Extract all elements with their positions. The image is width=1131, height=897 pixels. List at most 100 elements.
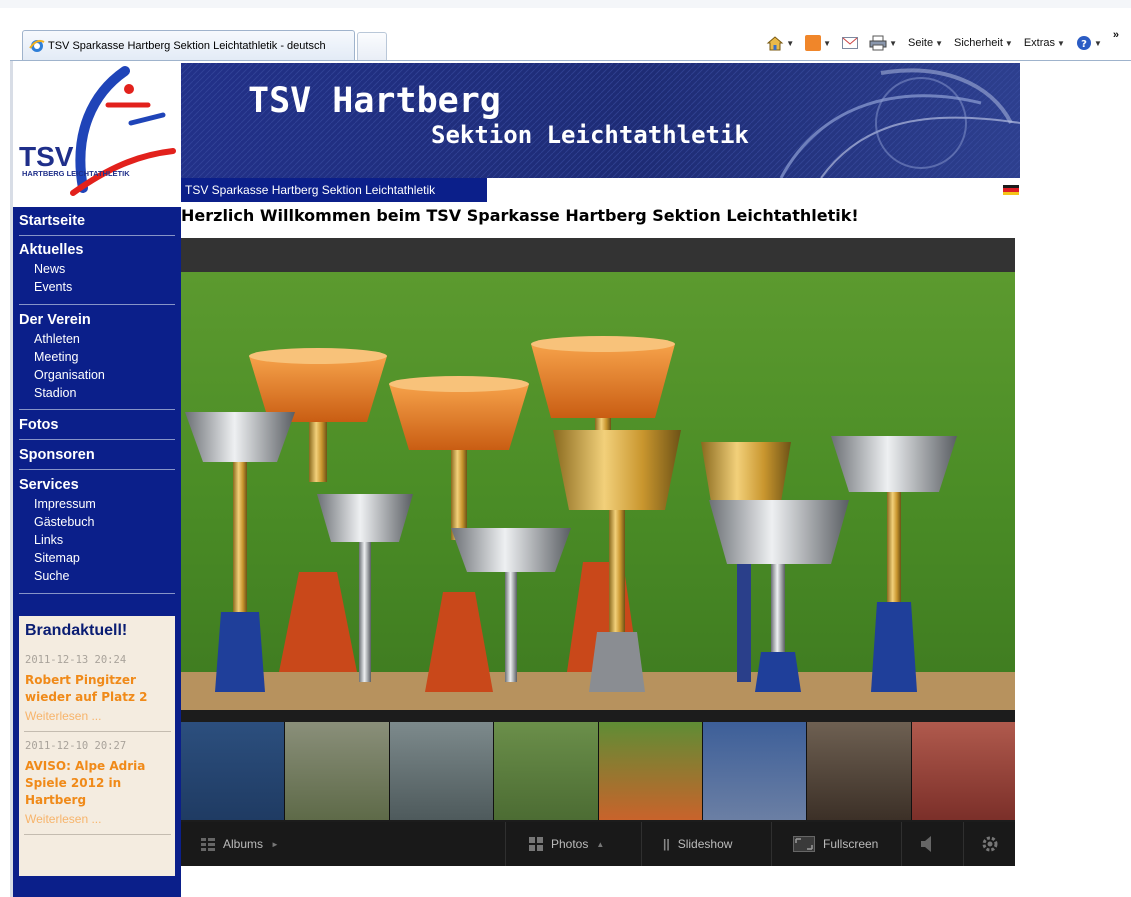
thumbnails-icon bbox=[529, 837, 543, 851]
sidebar-item-club[interactable]: Der Verein bbox=[19, 310, 175, 330]
fullscreen-button[interactable]: Fullscreen bbox=[793, 822, 878, 866]
tsv-logo-icon: TSV HARTBERG LEICHTATHLETIK bbox=[19, 66, 176, 196]
read-more-link[interactable]: Weiterlesen ... bbox=[25, 812, 170, 826]
slideshow-button[interactable]: || Slideshow bbox=[663, 822, 732, 866]
browser-toolbar: ▼ ▼ ▼ Seite ▼ Sicherheit ▼ Extras ▼ ? ▼ bbox=[762, 29, 1123, 54]
chevron-right-icon: ► bbox=[271, 839, 279, 849]
news-title-link[interactable]: AVISO: Alpe Adria Spiele 2012 in Hartber… bbox=[25, 758, 170, 809]
news-title-link[interactable]: Robert Pingitzer wieder auf Platz 2 bbox=[25, 672, 170, 706]
gear-icon bbox=[982, 836, 998, 852]
nav-section-services: Services Impressum Gästebuch Links Sitem… bbox=[19, 475, 175, 585]
sidebar-subitem-meeting[interactable]: Meeting bbox=[19, 348, 175, 366]
feeds-button[interactable]: ▼ bbox=[801, 35, 835, 51]
svg-text:TSV: TSV bbox=[19, 141, 74, 172]
settings-button[interactable] bbox=[981, 822, 999, 866]
news-date: 2011-12-13 20:24 bbox=[25, 654, 127, 666]
banner-title: TSV Hartberg bbox=[248, 81, 501, 121]
read-more-link[interactable]: Weiterlesen ... bbox=[25, 709, 170, 723]
web-page: TSV HARTBERG LEICHTATHLETIK Startseite A… bbox=[13, 63, 1131, 897]
browser-tab-active[interactable]: TSV Sparkasse Hartberg Sektion Leichtath… bbox=[22, 30, 355, 60]
chevron-down-icon: ▼ bbox=[935, 38, 943, 48]
news-box: Brandaktuell! 2011-12-13 20:24 Robert Pi… bbox=[19, 616, 175, 876]
gallery-thumbnail[interactable] bbox=[911, 722, 1015, 820]
chevron-down-icon: ▼ bbox=[823, 38, 832, 48]
nav-section-photos: Fotos bbox=[19, 415, 175, 435]
gallery-thumbnail[interactable] bbox=[285, 722, 390, 820]
page-title: Herzlich Willkommen beim TSV Sparkasse H… bbox=[181, 206, 859, 225]
extras-menu[interactable]: Extras ▼ bbox=[1020, 37, 1069, 49]
mail-icon bbox=[842, 37, 859, 49]
controls-divider bbox=[901, 822, 902, 866]
chevron-down-icon: ▼ bbox=[889, 38, 897, 48]
photos-button[interactable]: Photos ▲ bbox=[529, 822, 604, 866]
gallery-thumbnail[interactable] bbox=[807, 722, 912, 820]
safety-menu[interactable]: Sicherheit ▼ bbox=[950, 37, 1017, 49]
nav-divider bbox=[19, 439, 175, 440]
sidebar-item-sponsors[interactable]: Sponsoren bbox=[19, 445, 175, 465]
nav-section-home: Startseite bbox=[19, 211, 175, 231]
news-heading: Brandaktuell! bbox=[25, 622, 128, 639]
gallery-thumbnail[interactable] bbox=[598, 722, 703, 820]
sidebar-item-services[interactable]: Services bbox=[19, 475, 175, 495]
nav-section-sponsors: Sponsoren bbox=[19, 445, 175, 465]
new-tab-button[interactable] bbox=[357, 32, 387, 60]
gallery-thumbnail[interactable] bbox=[181, 722, 286, 820]
safety-menu-label: Sicherheit bbox=[954, 37, 1003, 49]
albums-button[interactable]: Albums ► bbox=[201, 822, 279, 866]
sidebar-subitem-links[interactable]: Links bbox=[19, 531, 175, 549]
print-button[interactable]: ▼ bbox=[865, 35, 901, 51]
controls-divider bbox=[771, 822, 772, 866]
albums-label: Albums bbox=[223, 837, 264, 851]
volume-button[interactable] bbox=[921, 822, 933, 866]
printer-icon bbox=[869, 35, 887, 51]
page-menu[interactable]: Seite ▼ bbox=[904, 37, 947, 49]
sidebar-subitem-imprint[interactable]: Impressum bbox=[19, 495, 175, 513]
toolbar-overflow-button[interactable]: » bbox=[1109, 29, 1123, 41]
slideshow-label: Slideshow bbox=[677, 837, 733, 851]
sidebar-subitem-events[interactable]: Events bbox=[19, 278, 175, 296]
banner-subtitle: Sektion Leichtathletik bbox=[431, 121, 749, 149]
chrome-top-band bbox=[0, 0, 1131, 8]
overflow-chevron-icon: » bbox=[1112, 29, 1119, 41]
sidebar-subitem-guestbook[interactable]: Gästebuch bbox=[19, 513, 175, 531]
help-button[interactable]: ? ▼ bbox=[1072, 35, 1106, 51]
rss-icon bbox=[805, 35, 822, 51]
photo-gallery: Albums ► Photos ▲ || Slideshow Fullscree… bbox=[181, 238, 1015, 866]
chevron-down-icon: ▼ bbox=[1004, 38, 1013, 48]
help-icon: ? bbox=[1076, 36, 1091, 50]
home-button[interactable]: ▼ bbox=[762, 35, 798, 51]
controls-divider bbox=[505, 822, 506, 866]
gallery-controls-bar: Albums ► Photos ▲ || Slideshow Fullscree… bbox=[181, 822, 1015, 866]
sidebar-subitem-sitemap[interactable]: Sitemap bbox=[19, 549, 175, 567]
extras-menu-label: Extras bbox=[1023, 37, 1056, 49]
sidebar-subitem-news[interactable]: News bbox=[19, 260, 175, 278]
gallery-thumbnail[interactable] bbox=[494, 722, 599, 820]
sidebar-subitem-search[interactable]: Suche bbox=[19, 567, 175, 585]
sidebar-item-photos[interactable]: Fotos bbox=[19, 415, 175, 435]
nav-section-club: Der Verein Athleten Meeting Organisation… bbox=[19, 310, 175, 402]
gallery-thumbnail[interactable] bbox=[389, 722, 495, 820]
breadcrumb: TSV Sparkasse Hartberg Sektion Leichtath… bbox=[181, 178, 487, 202]
sidebar-subitem-athletes[interactable]: Athleten bbox=[19, 330, 175, 348]
mail-button[interactable] bbox=[838, 37, 862, 49]
speaker-icon bbox=[921, 836, 931, 852]
sidebar-subitem-stadium[interactable]: Stadion bbox=[19, 384, 175, 402]
trophies-photo bbox=[181, 272, 1015, 710]
page-menu-label: Seite bbox=[908, 37, 934, 49]
sidebar-subitem-organisation[interactable]: Organisation bbox=[19, 366, 175, 384]
site-logo[interactable]: TSV HARTBERG LEICHTATHLETIK bbox=[13, 63, 181, 207]
sidebar-item-current[interactable]: Aktuelles bbox=[19, 240, 175, 260]
german-flag-icon[interactable] bbox=[1003, 185, 1019, 195]
browser-tab-title: TSV Sparkasse Hartberg Sektion Leichtath… bbox=[48, 39, 326, 52]
news-divider bbox=[24, 834, 171, 835]
photos-label: Photos bbox=[551, 837, 589, 851]
ie-icon bbox=[29, 39, 45, 52]
sidebar-item-home[interactable]: Startseite bbox=[19, 211, 175, 231]
fullscreen-label: Fullscreen bbox=[823, 837, 879, 851]
chevron-up-icon: ▲ bbox=[596, 839, 605, 849]
chrome-divider bbox=[10, 60, 1131, 61]
browser-chrome: TSV Sparkasse Hartberg Sektion Leichtath… bbox=[0, 0, 1131, 63]
gallery-thumbnail-strip bbox=[181, 722, 1015, 820]
gallery-thumbnail[interactable] bbox=[702, 722, 808, 820]
gallery-main-photo[interactable] bbox=[181, 272, 1015, 710]
